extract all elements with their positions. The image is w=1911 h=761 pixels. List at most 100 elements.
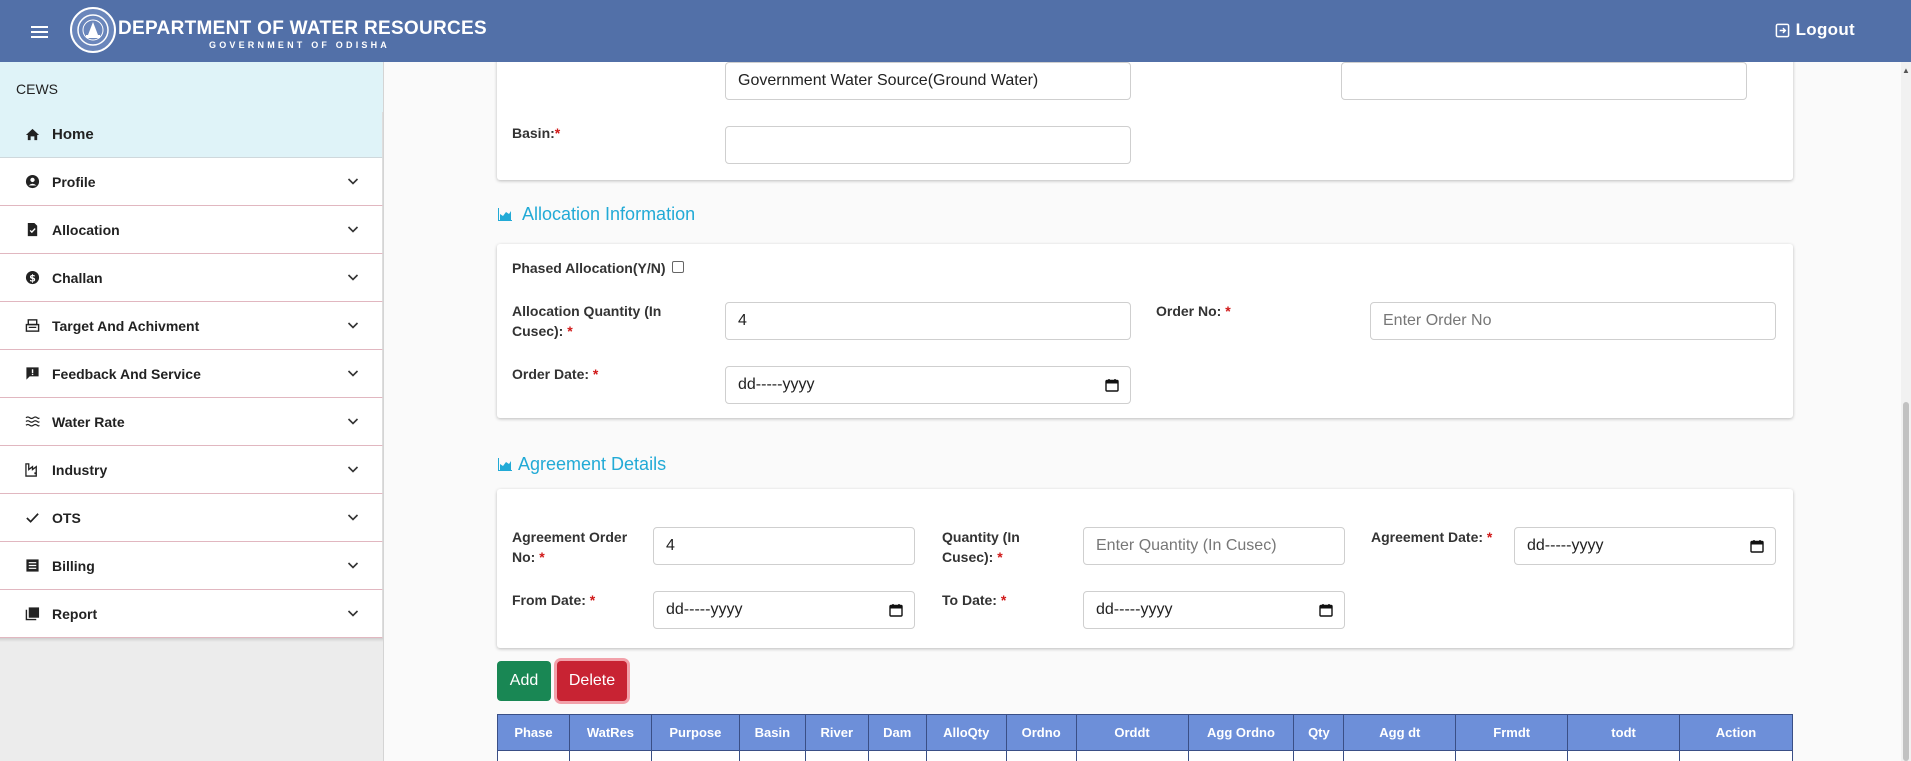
hamburger-icon[interactable] xyxy=(31,26,48,38)
sidebar-item-label: Home xyxy=(52,126,94,143)
scrollbar-thumb[interactable] xyxy=(1903,402,1909,761)
column-header: River xyxy=(804,714,869,751)
water-source-select[interactable]: Government Water Source(Ground Water) xyxy=(725,62,1131,100)
feedback-icon xyxy=(24,366,40,382)
column-header: AlloQty xyxy=(925,714,1007,751)
sidebar-item-label: Industry xyxy=(52,461,108,478)
chevron-down-icon xyxy=(347,274,359,281)
order-no-label-text: Order No: xyxy=(1156,303,1222,319)
allocation-card: Phased Allocation(Y/N) Allocation Quanti… xyxy=(497,244,1793,418)
emblem-logo xyxy=(70,7,116,53)
to-date-input[interactable]: dd-----yyyy xyxy=(1083,591,1345,629)
allocation-qty-input[interactable]: 4 xyxy=(725,302,1131,340)
list-icon xyxy=(24,558,40,574)
to-date-label: To Date: * xyxy=(942,590,1006,610)
agreement-title-text: Agreement Details xyxy=(518,454,667,474)
required-mark: * xyxy=(1225,303,1231,319)
column-header: Agg Ordno xyxy=(1187,714,1295,751)
source-card: Government Water Source(Ground Water) Ba… xyxy=(497,62,1793,180)
app-title: DEPARTMENT OF WATER RESOURCES xyxy=(118,18,488,39)
sidebar-item-challan[interactable]: $ Challan xyxy=(0,254,383,302)
table-header-row: Phase WatRes Purpose Basin River Dam All… xyxy=(497,714,1793,751)
sidebar-item-water-rate[interactable]: Water Rate xyxy=(0,398,383,446)
from-date-value: dd-----yyyy xyxy=(666,601,743,618)
agreement-order-no-input[interactable]: 4 xyxy=(653,527,915,565)
sidebar-item-ots[interactable]: OTS xyxy=(0,494,383,542)
water-icon xyxy=(24,414,40,430)
sidebar-item-label: Target And Achivment xyxy=(52,317,200,334)
sidebar-item-report[interactable]: Report xyxy=(0,590,383,638)
scroll-up-icon[interactable]: ▲ xyxy=(1902,66,1910,75)
required-mark: * xyxy=(554,125,561,141)
sidebar-item-profile[interactable]: Profile xyxy=(0,158,383,206)
agreement-section-title: Agreement Details xyxy=(498,454,666,475)
industry-icon xyxy=(24,462,40,478)
check-icon xyxy=(24,510,40,526)
agreement-qty-line1: Quantity (In xyxy=(942,529,1020,545)
column-header: Qty xyxy=(1293,714,1345,751)
order-no-label: Order No: * xyxy=(1156,301,1231,321)
svg-text:$: $ xyxy=(29,273,36,284)
sidebar-item-industry[interactable]: Industry xyxy=(0,446,383,494)
document-check-icon xyxy=(24,222,40,238)
allocation-title-text: Allocation Information xyxy=(522,204,696,224)
source-right-field[interactable] xyxy=(1341,62,1747,100)
order-no-input[interactable]: Enter Order No xyxy=(1370,302,1776,340)
sidebar-item-label: Challan xyxy=(52,269,103,286)
cash-register-icon xyxy=(24,318,40,334)
required-mark: * xyxy=(567,323,573,339)
agreement-date-input[interactable]: dd-----yyyy xyxy=(1514,527,1776,565)
agreement-qty-input[interactable]: Enter Quantity (In Cusec) xyxy=(1083,527,1345,565)
sidebar-item-billing[interactable]: Billing xyxy=(0,542,383,590)
allocation-qty-label-line2: Cusec): xyxy=(512,323,564,339)
required-mark: * xyxy=(539,549,545,565)
sidebar-item-label: OTS xyxy=(52,509,81,526)
allocation-qty-label-line1: Allocation Quantity (In xyxy=(512,303,662,319)
logout-icon xyxy=(1775,23,1789,37)
sidebar-item-label: Billing xyxy=(52,557,95,574)
sidebar-item-label: Allocation xyxy=(52,221,120,238)
column-header: Frmdt xyxy=(1455,714,1569,751)
sidebar: CEWS Home Profile Allocation $ Challan T… xyxy=(0,62,384,761)
column-header: Ordno xyxy=(1005,714,1077,751)
chevron-down-icon xyxy=(347,610,359,617)
allocation-table: Phase WatRes Purpose Basin River Dam All… xyxy=(497,714,1793,761)
sidebar-item-target-achivment[interactable]: Target And Achivment xyxy=(0,302,383,350)
sidebar-item-home[interactable]: Home xyxy=(0,112,383,158)
dollar-circle-icon: $ xyxy=(24,270,40,286)
calendar-icon[interactable] xyxy=(889,603,903,617)
agreement-qty-line2: Cusec): xyxy=(942,549,994,565)
from-date-label: From Date: * xyxy=(512,590,595,610)
logout-button[interactable]: Logout xyxy=(1775,20,1855,40)
column-header: Orddt xyxy=(1075,714,1189,751)
chart-area-icon xyxy=(498,458,512,471)
from-date-input[interactable]: dd-----yyyy xyxy=(653,591,915,629)
chevron-down-icon xyxy=(347,514,359,521)
agreement-order-no-label: Agreement Order No: * xyxy=(512,527,627,567)
sidebar-item-feedback-service[interactable]: Feedback And Service xyxy=(0,350,383,398)
add-button[interactable]: Add xyxy=(497,661,551,701)
agreement-date-label-text: Agreement Date: xyxy=(1371,529,1484,545)
sidebar-item-allocation[interactable]: Allocation xyxy=(0,206,383,254)
chevron-down-icon xyxy=(347,562,359,569)
order-date-input[interactable]: dd-----yyyy xyxy=(725,366,1131,404)
basin-field[interactable] xyxy=(725,126,1131,164)
sidebar-item-label: Profile xyxy=(52,173,96,190)
column-header: Basin xyxy=(738,714,806,751)
sidebar-shadow xyxy=(0,638,383,642)
calendar-icon[interactable] xyxy=(1105,378,1119,392)
required-mark: * xyxy=(1000,592,1007,608)
agreement-qty-label: Quantity (In Cusec): * xyxy=(942,527,1020,567)
column-header: Purpose xyxy=(650,714,740,751)
phased-checkbox[interactable] xyxy=(672,261,684,273)
to-date-label-text: To Date: xyxy=(942,592,997,608)
vertical-scrollbar[interactable]: ▲ xyxy=(1901,62,1911,761)
sidebar-item-label: Water Rate xyxy=(52,413,125,430)
order-date-value: dd-----yyyy xyxy=(738,376,815,393)
required-mark: * xyxy=(589,592,596,608)
column-header: todt xyxy=(1567,714,1680,751)
calendar-icon[interactable] xyxy=(1319,603,1333,617)
basin-label-text: Basin: xyxy=(512,125,555,141)
delete-button[interactable]: Delete xyxy=(557,661,627,701)
calendar-icon[interactable] xyxy=(1750,539,1764,553)
